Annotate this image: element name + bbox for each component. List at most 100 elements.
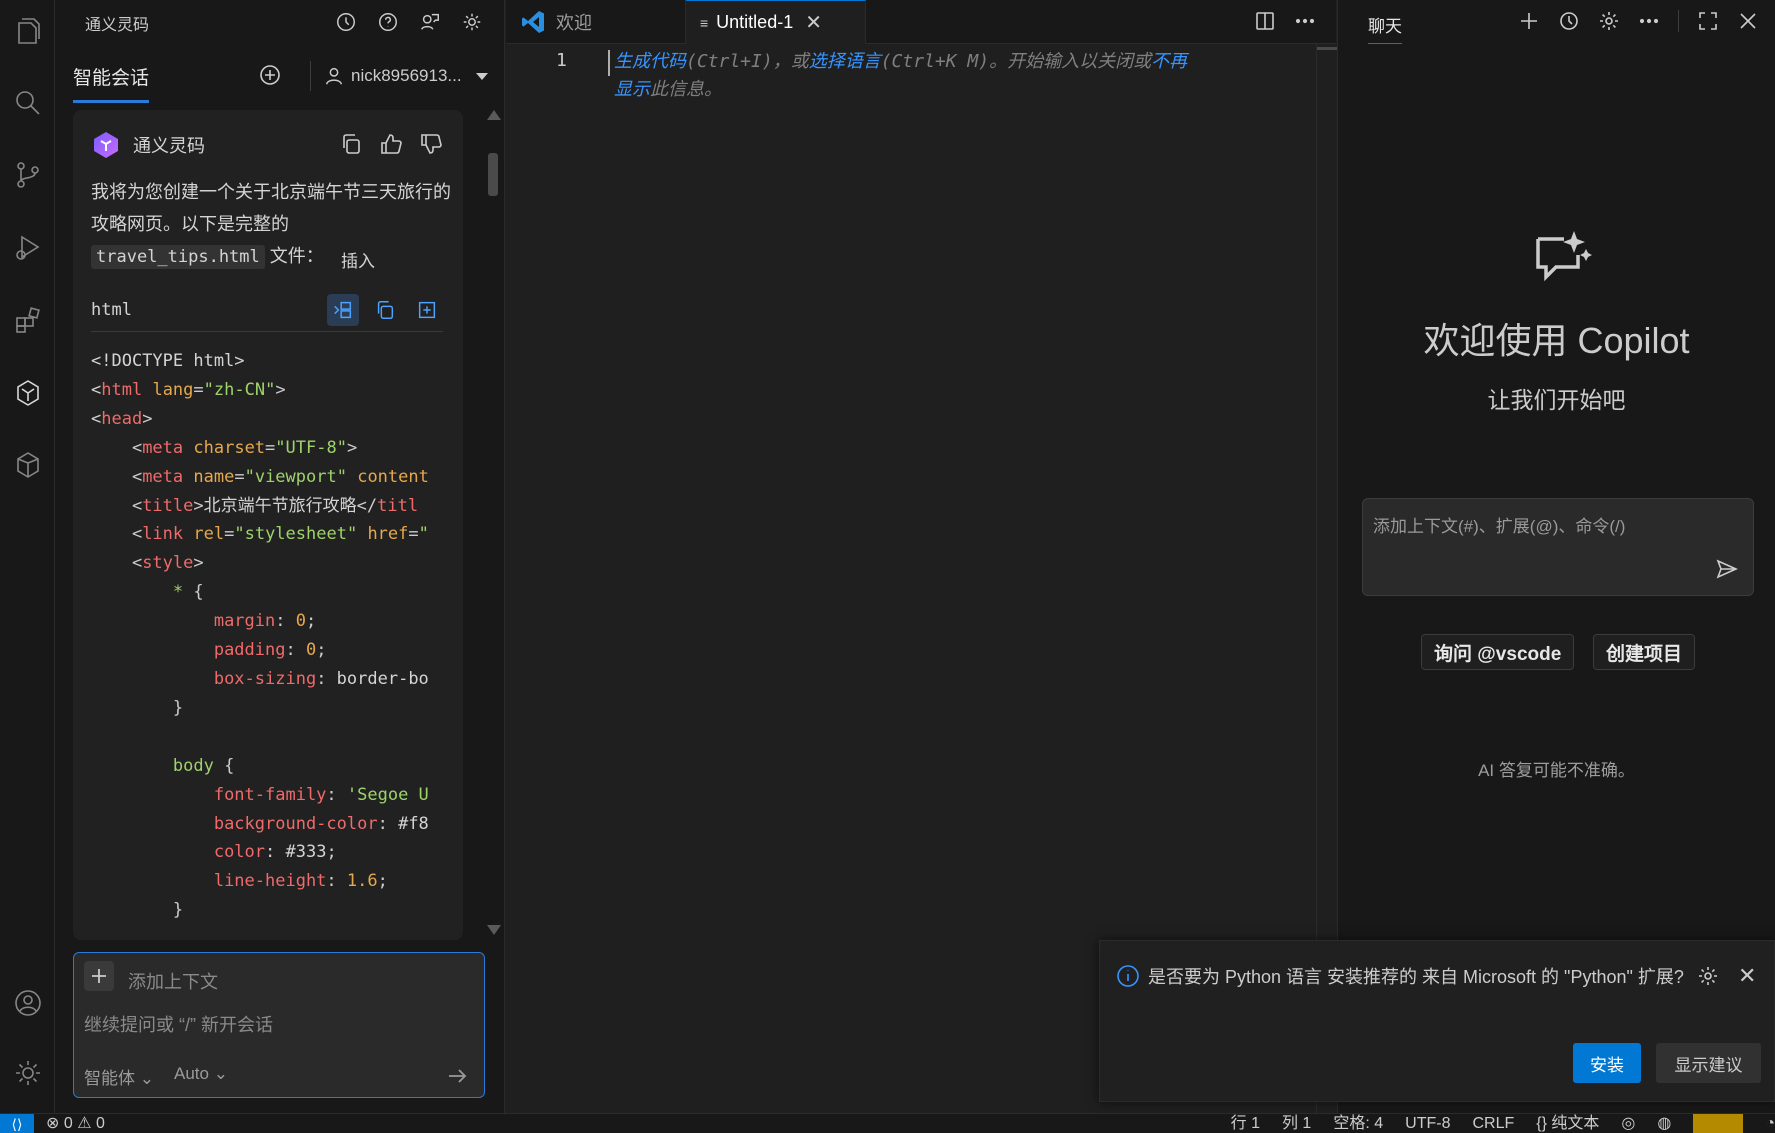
copy-code-button[interactable] <box>369 294 401 326</box>
cursor-line-status[interactable]: 行 1 <box>1231 1114 1260 1133</box>
code-token: #f8 <box>398 813 429 834</box>
dont-show-link[interactable]: 不再 <box>1151 51 1187 72</box>
help-icon[interactable] <box>376 10 400 34</box>
tongyi-sidebar: 通义灵码 智能会话 nick8956913... 通义灵码 我将为您创建一个关于… <box>55 0 505 1113</box>
more-actions-icon[interactable] <box>1294 10 1316 32</box>
encoding-status[interactable]: UTF-8 <box>1405 1114 1450 1133</box>
insert-code-icon <box>334 301 352 319</box>
feedback-icon[interactable] <box>418 10 442 34</box>
tongyi-lingma-icon[interactable] <box>0 368 55 418</box>
bot-name: 通义灵码 <box>133 136 205 156</box>
thumbs-down-icon[interactable] <box>419 132 443 156</box>
code-line: <meta charset="UTF-8"> <box>91 437 358 458</box>
new-file-button[interactable] <box>411 294 443 326</box>
explorer-icon[interactable] <box>0 6 55 56</box>
history-icon[interactable] <box>1558 10 1580 32</box>
account-icon[interactable] <box>0 978 55 1028</box>
scrollbar-thumb[interactable] <box>488 153 498 196</box>
add-context-label[interactable]: 添加上下文 <box>128 968 218 994</box>
split-editor-icon[interactable] <box>1254 10 1276 32</box>
maximize-icon[interactable] <box>1697 10 1719 32</box>
send-button[interactable] <box>446 1065 468 1087</box>
toast-settings-gear-icon[interactable] <box>1697 965 1721 989</box>
ask-vscode-button[interactable]: 询问 @vscode <box>1421 634 1575 670</box>
code-line: background-color: #f8 <box>213 813 429 834</box>
tab-welcome-label: 欢迎 <box>556 13 592 33</box>
chat-scrollbar[interactable] <box>485 110 501 935</box>
tongyi-status-icon[interactable] <box>1693 1114 1744 1133</box>
thumbs-up-icon[interactable] <box>379 132 403 156</box>
close-icon[interactable]: ✕ <box>1738 963 1756 989</box>
code-token: box-sizing <box>213 668 317 689</box>
show-suggestions-button[interactable]: 显示建议 <box>1656 1043 1761 1083</box>
remote-indicator-icon[interactable]: ⟨⟩ <box>0 1114 34 1133</box>
generate-code-link[interactable]: 生成代码 <box>614 51 686 72</box>
hint-part: 此信息。 <box>650 79 722 100</box>
agent-mode-select[interactable]: 智能体 ⌄ <box>84 1064 154 1089</box>
scroll-up-icon[interactable] <box>487 110 501 120</box>
notifications-bell-icon[interactable]: ◔ <box>1765 1114 1775 1133</box>
problems-indicator[interactable]: ⊗ 0 ⚠ 0 <box>46 1114 105 1133</box>
code-token: rel <box>193 524 225 545</box>
select-language-link[interactable]: 选择语言 <box>809 51 881 72</box>
chat-input[interactable] <box>1373 517 1713 537</box>
close-icon[interactable]: ✕ <box>805 10 822 35</box>
new-chat-button[interactable] <box>258 63 284 89</box>
cursor-col-status[interactable]: 列 1 <box>1282 1114 1311 1133</box>
install-button[interactable]: 安装 <box>1573 1043 1641 1083</box>
activity-bar <box>0 0 55 1113</box>
code-line: <meta name="viewport" content <box>91 466 429 487</box>
model-select[interactable]: Auto ⌄ <box>174 1064 228 1084</box>
source-control-icon[interactable] <box>0 150 55 200</box>
info-icon <box>1115 963 1141 989</box>
code-token: href <box>367 524 409 545</box>
tab-welcome[interactable]: 欢迎 <box>506 0 686 44</box>
tab-chat[interactable]: 聊天 <box>1368 12 1402 44</box>
language-mode-status[interactable]: {} 纯文本 <box>1536 1114 1599 1133</box>
scrollbar-marker <box>1317 47 1337 50</box>
code-token: 0 <box>305 640 317 661</box>
add-context-button[interactable] <box>84 961 114 991</box>
run-debug-icon[interactable] <box>0 222 55 272</box>
history-icon[interactable] <box>334 10 358 34</box>
code-token: padding <box>213 640 286 661</box>
hint-part: (Ctrl+I)，或 <box>686 51 809 72</box>
more-actions-icon[interactable] <box>1638 10 1660 32</box>
code-token: #333 <box>285 842 327 863</box>
indent-status[interactable]: 空格: 4 <box>1333 1114 1383 1133</box>
scroll-down-icon[interactable] <box>487 925 501 935</box>
close-icon[interactable] <box>1737 10 1759 32</box>
settings-gear-icon[interactable] <box>1598 10 1620 32</box>
tab-smart-chat[interactable]: 智能会话 <box>73 63 150 103</box>
settings-gear-icon[interactable] <box>460 10 484 34</box>
account-status-icon[interactable]: ◍ <box>1657 1114 1671 1133</box>
search-icon[interactable] <box>0 78 55 128</box>
code-token: lang <box>152 379 194 400</box>
cube-extension-icon[interactable] <box>0 440 55 490</box>
copy-icon[interactable] <box>339 132 363 156</box>
code-token: content <box>357 466 429 487</box>
eol-status[interactable]: CRLF <box>1472 1114 1514 1133</box>
code-line: <html lang="zh-CN"> <box>91 379 286 400</box>
manage-gear-icon[interactable] <box>0 1048 55 1098</box>
dont-show-link-cont[interactable]: 显示 <box>614 79 650 100</box>
code-token: line-height <box>213 871 327 892</box>
code-block-header: html <box>91 290 443 332</box>
followup-input[interactable] <box>84 1015 474 1036</box>
tab-untitled-1[interactable]: ≡ Untitled-1 ✕ <box>686 0 866 44</box>
toast-message: 是否要为 Python 语言 安装推荐的 来自 Microsoft 的 "Pyt… <box>1148 967 1684 987</box>
user-menu[interactable]: nick8956913... <box>310 61 488 91</box>
text-cursor <box>608 50 610 76</box>
code-token: name <box>193 466 235 487</box>
extensions-icon[interactable] <box>0 296 55 346</box>
session-tabs: 智能会话 nick8956913... <box>55 55 504 105</box>
chat-input-box <box>1362 498 1754 596</box>
plus-icon[interactable] <box>1518 10 1540 32</box>
send-button[interactable] <box>1715 557 1739 581</box>
create-project-button[interactable]: 创建项目 <box>1593 634 1696 670</box>
insert-code-button[interactable] <box>327 294 359 326</box>
assistant-answer-text: 我将为您创建一个关于北京端午节三天旅行的攻略网页。以下是完整的 travel_t… <box>91 176 451 273</box>
code-token: "stylesheet" <box>234 524 358 545</box>
code-token: 'Segoe U <box>346 784 429 805</box>
copilot-status-icon[interactable]: ◎ <box>1621 1114 1635 1133</box>
